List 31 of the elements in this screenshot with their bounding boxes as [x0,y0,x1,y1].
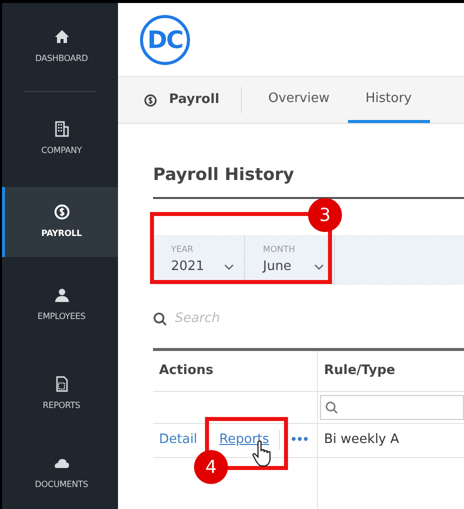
sidebar-item[interactable]: COMPANY [2,92,118,187]
dropdown[interactable]: YEAR 2021 [153,234,245,284]
person-icon [54,287,70,304]
sidebar-item[interactable]: DOCUMENTS [2,434,118,509]
step-number: 4 [194,450,228,484]
step-number: 3 [308,198,342,232]
search-icon [325,400,338,414]
document-icon [54,376,70,392]
search-icon [153,312,167,326]
detail-link[interactable]: Detail [159,430,198,450]
dollar-icon [54,204,70,220]
chevron-icon [314,264,324,270]
sidebar-item[interactable]: REPORTS [2,354,118,434]
tab[interactable]: Overview [250,77,348,123]
home-icon [54,28,70,45]
logo: DC [140,14,190,64]
sidebar-item[interactable]: EMPLOYEES [2,257,118,354]
section-title: Payroll [169,91,220,110]
dollar-icon [144,94,157,106]
table-cell-text: Bi weekly A [324,431,400,450]
sidebar-item[interactable]: DASHBOARD [2,3,118,91]
filter-input[interactable] [320,394,464,420]
page-title: Payroll History [153,163,464,198]
more-button[interactable]: ••• [290,432,308,448]
column-header: Rule/Type [323,362,396,380]
building-icon [54,121,70,138]
tab[interactable]: History [348,77,430,123]
column-header: Actions [153,350,318,390]
dropdown[interactable]: MONTH June [245,234,335,284]
chevron-icon [224,264,234,270]
sidebar-item[interactable]: PAYROLL [2,187,118,257]
